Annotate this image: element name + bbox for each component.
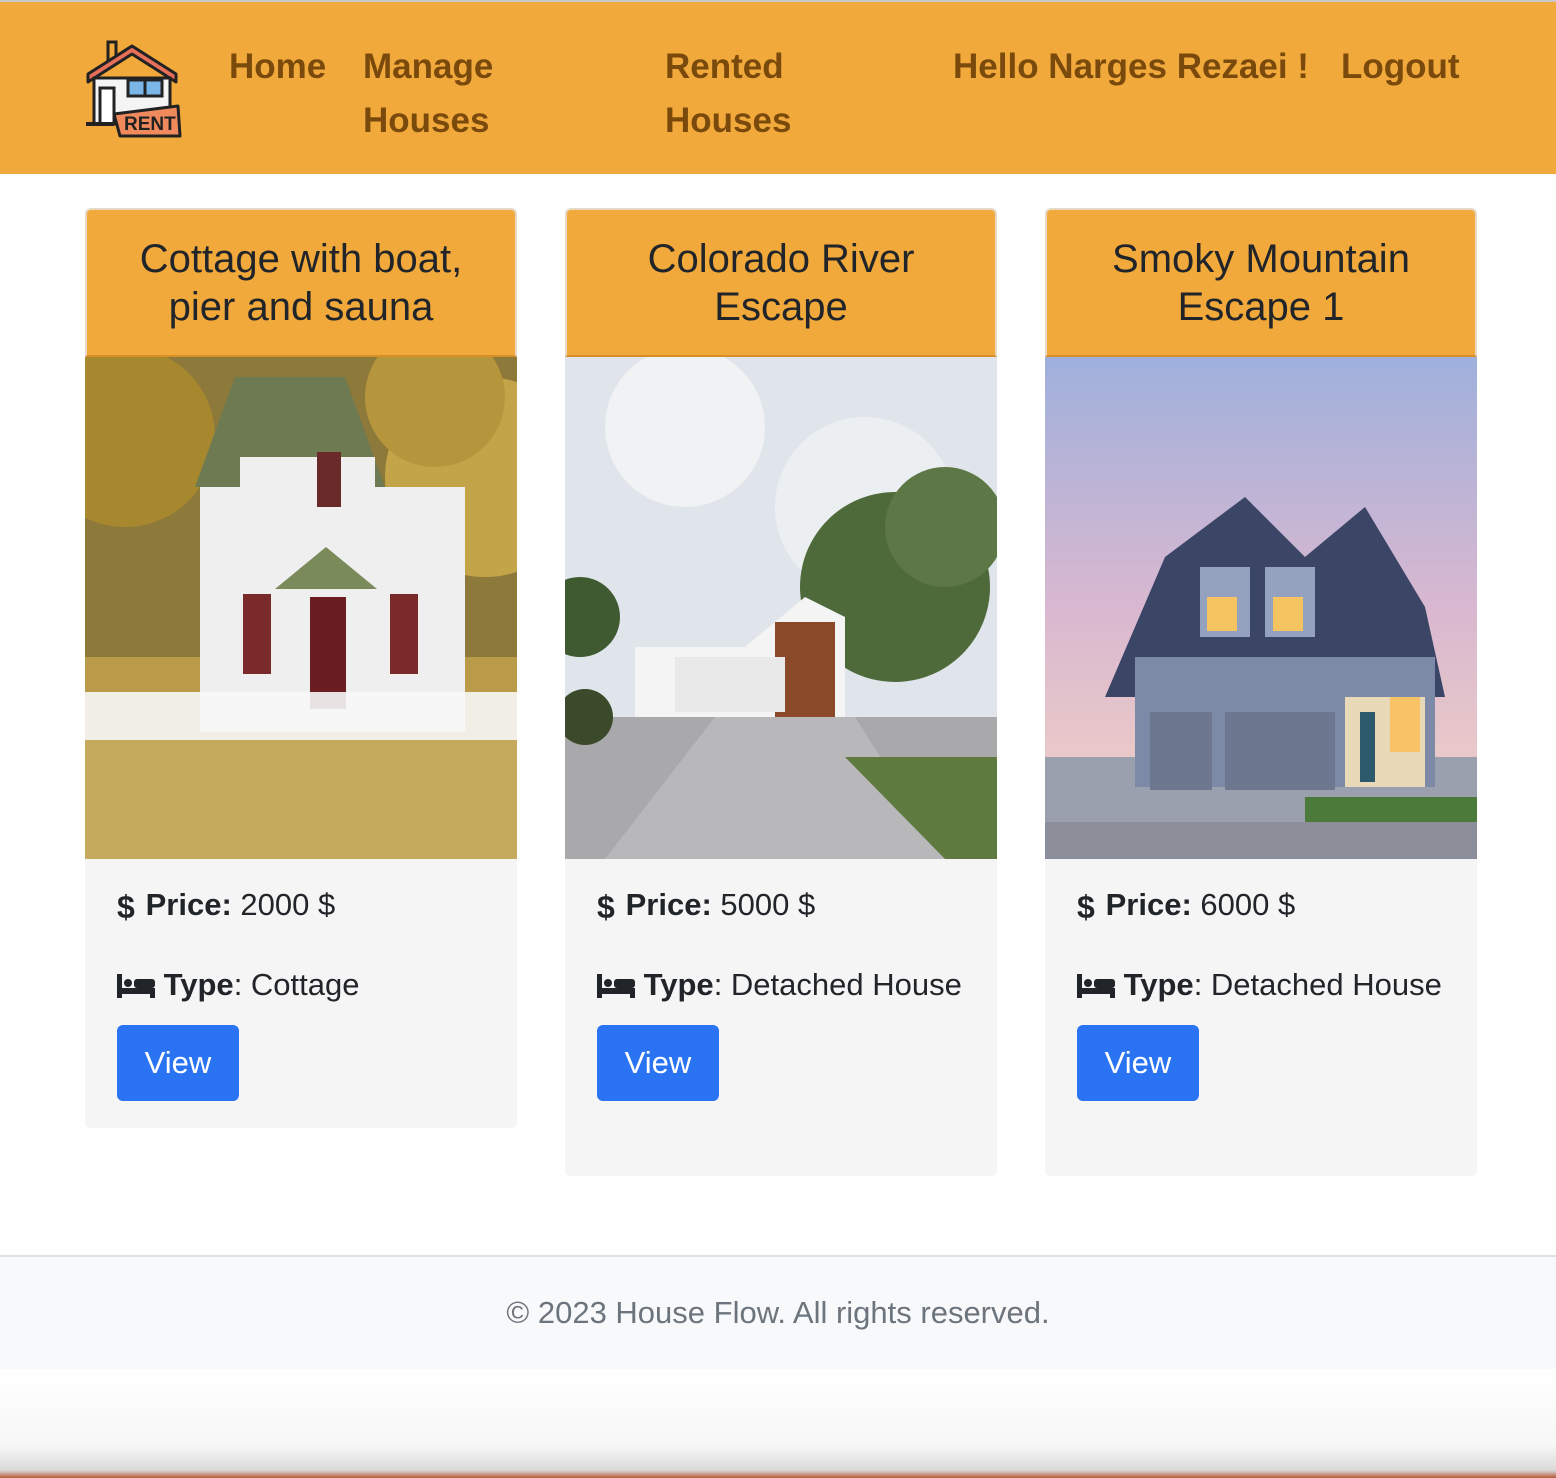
logo-rent-text: RENT (124, 114, 176, 135)
footer-copyright: © 2023 House Flow. All rights reserved. (506, 1295, 1050, 1330)
type-label: Type (1123, 967, 1194, 1002)
view-button[interactable]: View (1077, 1025, 1199, 1101)
card-body: $ Price: 2000 $ Type: Cottage View (85, 859, 517, 1101)
bed-icon (117, 973, 155, 998)
house-title: Colorado River Escape (647, 236, 915, 329)
house-photo-suburban (1045, 357, 1477, 859)
dollar-icon: $ (117, 890, 135, 924)
price-line: $ Price: 2000 $ (117, 881, 485, 929)
type-value: Detached House (730, 967, 962, 1002)
type-value: Detached House (1210, 967, 1442, 1002)
price-label: Price: (1105, 887, 1192, 922)
price-line: $ Price: 6000 $ (1077, 881, 1445, 929)
house-rent-logo-icon[interactable]: RENT (84, 40, 184, 140)
view-button[interactable]: View (117, 1025, 239, 1101)
nav-logout-link[interactable]: Logout (1341, 40, 1460, 94)
card-header: Smoky Mountain Escape 1 (1045, 208, 1477, 357)
card-header: Cottage with boat, pier and sauna (85, 208, 517, 357)
type-value: Cottage (250, 967, 360, 1002)
dollar-icon: $ (1077, 890, 1095, 924)
price-value: 5000 $ (720, 887, 816, 922)
nav-home-link[interactable]: Home (229, 40, 326, 94)
svg-text:$: $ (597, 890, 615, 924)
svg-text:$: $ (1077, 890, 1095, 924)
price-label: Price: (625, 887, 712, 922)
price-line: $ Price: 5000 $ (597, 881, 965, 929)
navbar: RENT Home Manage Houses Rented Houses He… (0, 0, 1556, 174)
house-photo-modern (565, 357, 997, 859)
card-body: $ Price: 5000 $ Type: Detached House Vie… (565, 859, 997, 1101)
price-value: 2000 $ (240, 887, 336, 922)
price-value: 6000 $ (1200, 887, 1296, 922)
nav-manage-houses-link[interactable]: Manage Houses (363, 40, 583, 148)
type-label: Type (643, 967, 714, 1002)
house-card: Colorado River Escape $ Price: 5000 $ Ty… (565, 208, 997, 1176)
nav-rented-houses-link[interactable]: Rented Houses (665, 40, 885, 148)
view-button[interactable]: View (597, 1025, 719, 1101)
dollar-icon: $ (597, 890, 615, 924)
svg-text:$: $ (117, 890, 135, 924)
card-header: Colorado River Escape (565, 208, 997, 357)
type-line: Type: Detached House (1077, 961, 1445, 1009)
user-greeting[interactable]: Hello Narges Rezaei ! (953, 40, 1333, 94)
price-label: Price: (145, 887, 232, 922)
window-bottom-edge (0, 1369, 1556, 1478)
house-card: Cottage with boat, pier and sauna $ Pric… (85, 208, 517, 1128)
footer: © 2023 House Flow. All rights reserved. (0, 1255, 1556, 1369)
house-card: Smoky Mountain Escape 1 $ Price: 6000 $ (1045, 208, 1477, 1176)
card-body: $ Price: 6000 $ Type: Detached House Vie… (1045, 859, 1477, 1101)
type-label: Type (163, 967, 234, 1002)
house-photo-cottage (85, 357, 517, 859)
type-line: Type: Detached House (597, 961, 965, 1009)
house-title: Cottage with boat, pier and sauna (139, 236, 463, 329)
house-title: Smoky Mountain Escape 1 (1112, 236, 1410, 329)
type-line: Type: Cottage (117, 961, 485, 1009)
bed-icon (1077, 973, 1115, 998)
bed-icon (597, 973, 635, 998)
